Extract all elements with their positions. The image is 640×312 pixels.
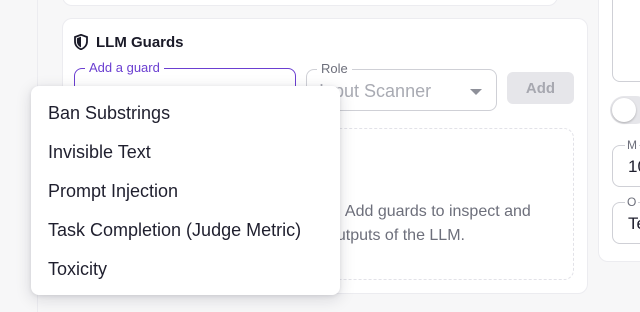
role-label: Role [317, 62, 352, 76]
panel-title-text: LLM Guards [96, 33, 184, 51]
panel-title: LLM Guards [74, 32, 184, 52]
add-guard-label: Add a guard [85, 61, 164, 75]
menu-item-task-completion[interactable]: Task Completion (Judge Metric) [31, 211, 340, 250]
menu-item-invisible-text[interactable]: Invisible Text [31, 133, 340, 172]
right-field-2-value: Te [628, 214, 640, 233]
menu-item-toxicity[interactable]: Toxicity [31, 250, 340, 289]
right-field-2[interactable]: O Te [612, 195, 640, 244]
menu-item-prompt-injection[interactable]: Prompt Injection [31, 172, 340, 211]
toggle-knob [612, 98, 636, 122]
add-button[interactable]: Add [507, 72, 574, 104]
empty-state-text: d. Add guards to inspect and outputs of … [328, 203, 531, 244]
right-textarea[interactable] [612, 0, 640, 82]
toggle-switch[interactable] [610, 96, 640, 124]
shield-icon [74, 34, 88, 50]
right-field-1-label: M [625, 138, 639, 152]
menu-item-ban-substrings[interactable]: Ban Substrings [31, 94, 340, 133]
chevron-down-icon [470, 89, 482, 95]
guard-dropdown-menu: Ban Substrings Invisible Text Prompt Inj… [31, 86, 340, 295]
right-field-1[interactable]: M 10 [612, 138, 640, 187]
previous-panel [62, 0, 558, 6]
right-field-2-label: O [625, 195, 639, 209]
right-field-1-value: 10 [628, 157, 640, 176]
